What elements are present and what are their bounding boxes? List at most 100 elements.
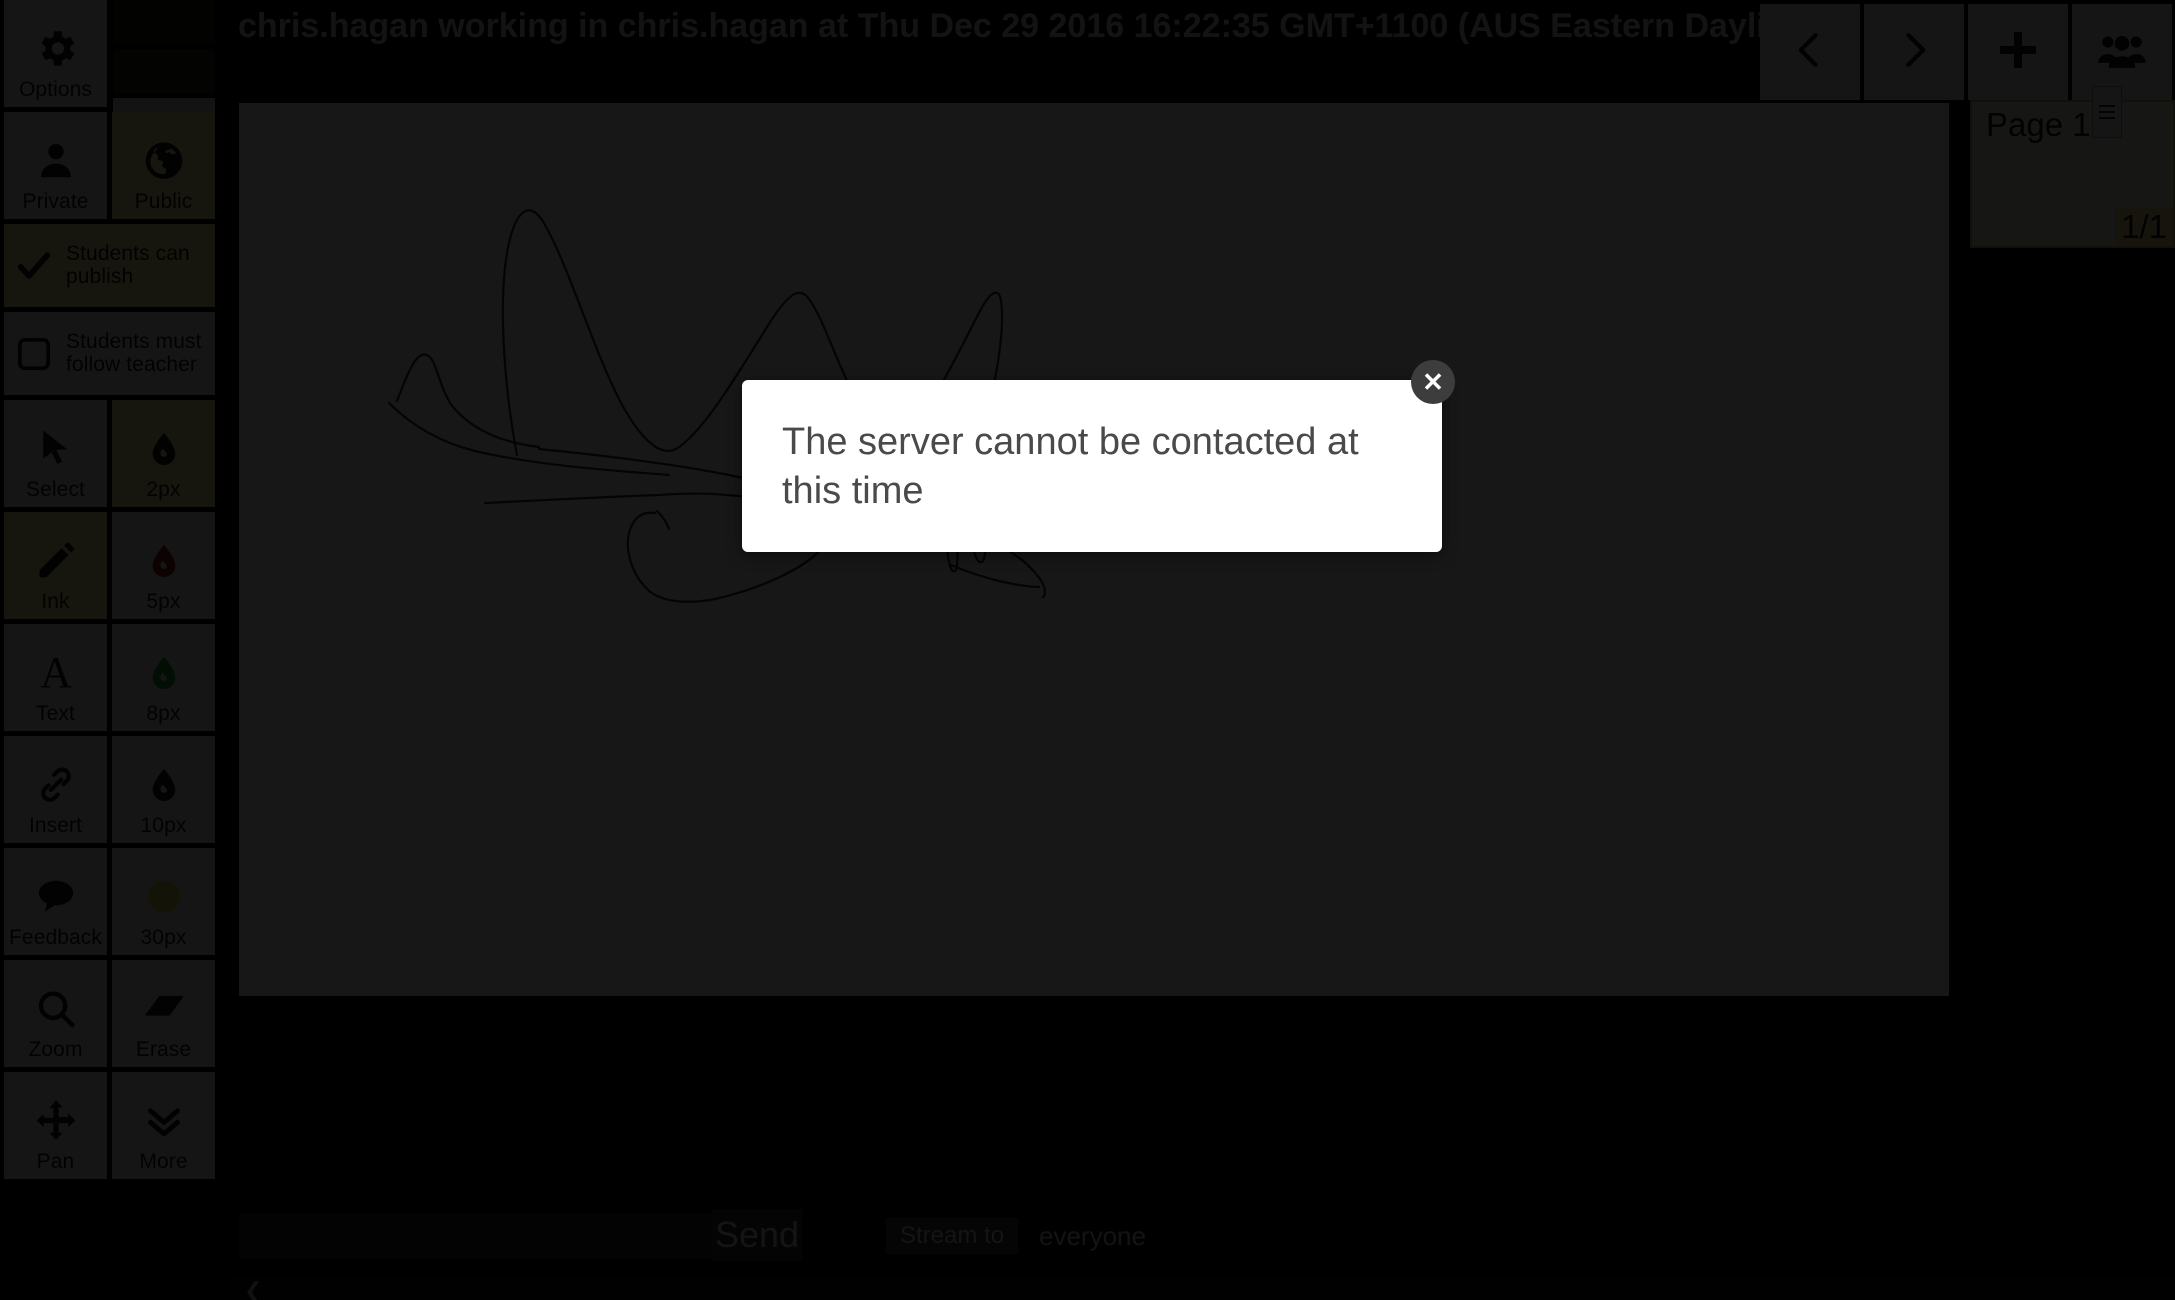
page-title: Page 1 xyxy=(1986,106,2091,143)
page-counter-badge: 1/1 xyxy=(2115,208,2173,246)
move-arrows-icon xyxy=(33,1097,79,1143)
stream-to-button[interactable]: Stream to xyxy=(886,1218,1019,1254)
tool-label: Select xyxy=(26,477,85,501)
error-modal: The server cannot be contacted at this t… xyxy=(742,380,1442,552)
tool-row: Select 2px xyxy=(0,400,219,512)
tool-label: 10px xyxy=(140,813,187,837)
chat-message-input[interactable] xyxy=(239,1213,712,1259)
dimmed-background-layer: Options Private Public Students can publ… xyxy=(0,0,2175,1300)
chevron-right-icon xyxy=(1892,28,1936,77)
tool-label: 30px xyxy=(140,925,187,949)
ink-drop-icon xyxy=(144,765,184,805)
toggle-students-can-publish[interactable]: Students can publish xyxy=(4,224,215,307)
checkbox-icon xyxy=(14,334,54,374)
people-group-icon xyxy=(2097,25,2147,80)
tool-label: 8px xyxy=(146,701,181,725)
page-thumbnail-panel[interactable]: Page 1 1/1 xyxy=(1970,86,2175,248)
tool-row: Students can publish xyxy=(0,224,219,312)
ink-circle-icon xyxy=(143,875,185,917)
tool-label: 5px xyxy=(146,589,181,613)
tool-row: Ink 5px xyxy=(0,512,219,624)
tool-label: More xyxy=(139,1149,188,1173)
handle-line xyxy=(2099,105,2115,107)
link-chain-icon xyxy=(34,762,78,806)
tool-row: Feedback 30px xyxy=(0,848,219,960)
chevron-left-icon xyxy=(1788,28,1832,77)
toggle-label: Students must follow teacher xyxy=(66,330,202,376)
chevron-left-icon[interactable]: ❮ xyxy=(244,1278,262,1300)
tool-label: Erase xyxy=(135,1037,192,1061)
tool-label: Text xyxy=(36,701,75,725)
ink-drop-icon xyxy=(144,541,184,581)
ink-drop-icon xyxy=(144,429,184,469)
mini-status-bar xyxy=(113,0,215,44)
error-modal-message: The server cannot be contacted at this t… xyxy=(782,421,1359,512)
tool-row: Zoom Erase xyxy=(0,960,219,1072)
tool-label: 2px xyxy=(146,477,181,501)
error-modal-close-button[interactable]: ✕ xyxy=(1411,360,1455,404)
top-bar: chris.hagan working in chris.hagan at Th… xyxy=(219,0,2175,100)
tool-label: Pan xyxy=(36,1149,75,1173)
ink-drop-icon xyxy=(144,653,184,693)
tool-select[interactable]: Select xyxy=(4,400,107,507)
globe-icon xyxy=(142,138,186,182)
tool-erase[interactable]: Erase xyxy=(112,960,215,1067)
chevron-double-down-icon xyxy=(141,1097,187,1143)
toggle-students-must-follow-teacher[interactable]: Students must follow teacher xyxy=(4,312,215,395)
tool-label: Zoom xyxy=(28,1037,83,1061)
pencil-icon xyxy=(34,538,78,582)
tool-more[interactable]: More xyxy=(112,1072,215,1179)
person-icon xyxy=(34,138,78,182)
tool-text[interactable]: A Text xyxy=(4,624,107,731)
gear-icon xyxy=(33,25,79,71)
session-title: chris.hagan working in chris.hagan at Th… xyxy=(238,7,1798,45)
tool-row: Insert 10px xyxy=(0,736,219,848)
tool-row: A Text 8px xyxy=(0,624,219,736)
tool-row: Pan More xyxy=(0,1072,219,1184)
tool-stroke-5px[interactable]: 5px xyxy=(112,512,215,619)
tool-label: Public xyxy=(134,189,193,213)
next-page-button[interactable] xyxy=(1864,4,1964,100)
cursor-arrow-icon xyxy=(34,426,78,470)
add-page-button[interactable] xyxy=(1968,4,2068,100)
toggle-label: Students can publish xyxy=(66,242,190,288)
eraser-icon xyxy=(141,985,187,1031)
tool-feedback[interactable]: Feedback xyxy=(4,848,107,955)
tool-public[interactable]: Public xyxy=(112,112,215,219)
tool-private[interactable]: Private xyxy=(4,112,107,219)
tool-zoom[interactable]: Zoom xyxy=(4,960,107,1067)
tool-stroke-10px[interactable]: 10px xyxy=(112,736,215,843)
panel-drag-handle[interactable] xyxy=(2092,86,2122,138)
tool-pan[interactable]: Pan xyxy=(4,1072,107,1179)
bottom-strip: ❮ xyxy=(230,1276,2175,1300)
tool-label: Ink xyxy=(41,589,70,613)
tool-stroke-8px[interactable]: 8px xyxy=(112,624,215,731)
tool-row: Options xyxy=(0,0,219,191)
tool-label: Feedback xyxy=(8,925,103,949)
plus-icon xyxy=(1994,26,2042,79)
svg-text:A: A xyxy=(40,648,72,696)
tool-stroke-2px[interactable]: 2px xyxy=(112,400,215,507)
tool-row: Private Public xyxy=(0,112,219,224)
stream-target-label: everyone xyxy=(1039,1221,1146,1251)
whiteboard-app: Options Private Public Students can publ… xyxy=(0,0,2175,1300)
tool-rail: Options Private Public Students can publ… xyxy=(0,0,219,1179)
tool-label: Options xyxy=(18,77,93,101)
prev-page-button[interactable] xyxy=(1760,4,1860,100)
tool-ink[interactable]: Ink xyxy=(4,512,107,619)
speech-bubble-icon xyxy=(33,873,79,919)
tool-stroke-30px[interactable]: 30px xyxy=(112,848,215,955)
participants-button[interactable] xyxy=(2072,4,2172,100)
chat-bar: Send Stream to everyone xyxy=(239,1209,1939,1261)
handle-line xyxy=(2099,117,2115,119)
send-button[interactable]: Send xyxy=(712,1209,803,1261)
handle-line xyxy=(2099,111,2115,113)
mini-status-bar xyxy=(113,49,215,93)
magnifier-icon xyxy=(34,986,78,1030)
tool-insert[interactable]: Insert xyxy=(4,736,107,843)
tool-label: Private xyxy=(22,189,89,213)
letter-a-icon: A xyxy=(32,648,80,696)
tool-label: Insert xyxy=(28,813,83,837)
tool-options[interactable]: Options xyxy=(4,0,107,107)
check-icon xyxy=(14,246,54,286)
